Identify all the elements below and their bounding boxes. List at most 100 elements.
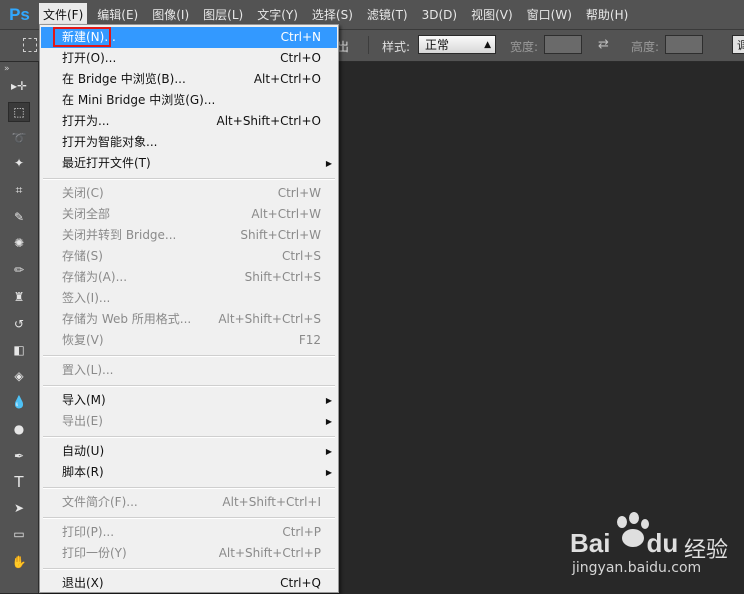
menu-item-label: 自动(U) [62, 444, 105, 458]
height-input[interactable] [665, 35, 703, 54]
menu-item-shortcut: Shift+Ctrl+W [240, 228, 321, 242]
menu-item-label: 退出(X) [62, 576, 104, 590]
menu-item-label: 打开(O)... [62, 51, 117, 65]
file-menu-item[interactable]: 导入(M) ▶ [41, 390, 337, 411]
swap-icon[interactable]: ⇄ [598, 37, 609, 52]
blur-icon[interactable]: 💧 [8, 392, 30, 412]
menu-10[interactable]: 帮助(H) [582, 3, 632, 27]
menu-item-label: 文件简介(F)... [62, 495, 138, 509]
menu-item-label: 存储为(A)... [62, 270, 128, 284]
menu-9[interactable]: 窗口(W) [523, 3, 576, 27]
hand-icon[interactable]: ✋ [8, 552, 30, 572]
width-label: 宽度: [510, 40, 539, 54]
paint-bucket-icon[interactable]: ◈ [8, 366, 30, 386]
submenu-arrow-icon: ▶ [325, 468, 332, 477]
clone-stamp-icon[interactable]: ♜ [8, 287, 30, 307]
style-label: 样式: [382, 40, 411, 54]
file-menu-item[interactable]: 打开(O)... Ctrl+O [41, 48, 337, 69]
rectangle-icon[interactable]: ▭ [8, 524, 30, 544]
pen-icon[interactable]: ✒ [8, 446, 30, 466]
file-menu-item: 存储为 Web 所用格式... Alt+Shift+Ctrl+S [41, 309, 337, 330]
refine-edge-button[interactable]: 调 [732, 35, 744, 54]
menu-separator [43, 517, 335, 519]
type-icon[interactable]: T [8, 472, 30, 492]
annotation-highlight-box [53, 27, 111, 47]
file-menu-item[interactable]: 脚本(R) ▶ [41, 462, 337, 483]
photoshop-logo: Ps [9, 4, 30, 24]
style-select-value: 正常 [425, 38, 450, 52]
eraser-icon[interactable]: ◧ [8, 340, 30, 360]
watermark-brand: Bai du [570, 528, 679, 558]
magic-wand-icon[interactable]: ✦ [8, 153, 30, 173]
menu-item-shortcut: Alt+Shift+Ctrl+P [218, 546, 321, 560]
menu-6[interactable]: 滤镜(T) [363, 3, 412, 27]
menu-0[interactable]: 文件(F) [39, 2, 88, 27]
menu-2[interactable]: 图像(I) [148, 3, 193, 27]
tools-panel: » ▸✛ ⬚ ➰ ✦ ⌗ ✎ ✺ ✏ ♜ ↺ ◧ ◈ 💧 ● ✒ T ➤ ▭ ✋ [0, 62, 39, 593]
submenu-arrow-icon: ▶ [325, 417, 332, 426]
menu-item-label: 打开为... [62, 114, 110, 128]
menu-item-shortcut: Alt+Shift+Ctrl+I [222, 495, 321, 509]
file-menu-item: 置入(L)... [41, 360, 337, 381]
menu-item-label: 打印(P)... [62, 525, 115, 539]
file-menu-item[interactable]: 退出(X) Ctrl+Q [41, 573, 337, 594]
watermark-url: jingyan.baidu.com [572, 560, 702, 576]
menu-item-label: 在 Bridge 中浏览(B)... [62, 72, 186, 86]
width-input[interactable] [544, 35, 582, 54]
menu-separator [43, 355, 335, 357]
file-menu-dropdown: 新建(N)... Ctrl+N 打开(O)... Ctrl+O 在 Bridge 中浏览… [39, 24, 339, 593]
brush-icon[interactable]: ✏ [8, 260, 30, 280]
submenu-arrow-icon: ▶ [325, 447, 332, 456]
menu-item-shortcut: Shift+Ctrl+S [244, 270, 321, 284]
menu-separator [43, 487, 335, 489]
file-menu-item[interactable]: 打开为智能对象... [41, 132, 337, 153]
file-menu-item[interactable]: 打开为... Alt+Shift+Ctrl+O [41, 111, 337, 132]
menu-item-label: 打开为智能对象... [62, 135, 158, 149]
file-menu-item: 存储(S) Ctrl+S [41, 246, 337, 267]
crop-icon[interactable]: ⌗ [8, 180, 30, 200]
file-menu-item: 导出(E) ▶ [41, 411, 337, 432]
menu-separator [43, 436, 335, 438]
collapse-icon[interactable]: » [4, 64, 10, 74]
menu-item-shortcut: Ctrl+Q [280, 576, 321, 590]
dodge-icon[interactable]: ● [8, 419, 30, 439]
menu-item-shortcut: Alt+Ctrl+W [251, 207, 321, 221]
file-menu-item[interactable]: 在 Bridge 中浏览(B)... Alt+Ctrl+O [41, 69, 337, 90]
menu-item-shortcut: Ctrl+O [280, 51, 321, 65]
file-menu-item[interactable]: 最近打开文件(T) ▶ [41, 153, 337, 174]
menu-5[interactable]: 选择(S) [308, 3, 357, 27]
menu-1[interactable]: 编辑(E) [93, 3, 142, 27]
move-icon[interactable]: ▸✛ [8, 76, 30, 96]
menu-8[interactable]: 视图(V) [467, 3, 517, 27]
rect-marquee-icon[interactable]: ⬚ [8, 102, 30, 122]
style-select[interactable]: 正常 ▲ [418, 35, 496, 54]
menu-item-shortcut: Ctrl+P [282, 525, 321, 539]
menu-item-shortcut: Alt+Shift+Ctrl+S [218, 312, 321, 326]
eyedropper-icon[interactable]: ✎ [8, 207, 30, 227]
history-brush-icon[interactable]: ↺ [8, 314, 30, 334]
file-menu-item[interactable]: 自动(U) ▶ [41, 441, 337, 462]
file-menu-item: 关闭并转到 Bridge... Shift+Ctrl+W [41, 225, 337, 246]
marquee-preset-icon[interactable] [23, 38, 37, 52]
menu-4[interactable]: 文字(Y) [253, 3, 302, 27]
file-menu-item: 打印一份(Y) Alt+Shift+Ctrl+P [41, 543, 337, 564]
menu-item-shortcut: Alt+Ctrl+O [253, 72, 321, 86]
file-menu-item: 存储为(A)... Shift+Ctrl+S [41, 267, 337, 288]
file-menu-item: 签入(I)... [41, 288, 337, 309]
path-select-icon[interactable]: ➤ [8, 498, 30, 518]
file-menu-item: 文件简介(F)... Alt+Shift+Ctrl+I [41, 492, 337, 513]
lasso-icon[interactable]: ➰ [8, 128, 30, 148]
menu-item-shortcut: Ctrl+N [280, 30, 321, 44]
menu-7[interactable]: 3D(D) [418, 3, 461, 27]
menu-item-label: 恢复(V) [62, 333, 104, 347]
menu-item-shortcut: F12 [298, 333, 321, 347]
menu-separator [43, 385, 335, 387]
menu-separator [43, 178, 335, 180]
file-menu-item[interactable]: 在 Mini Bridge 中浏览(G)... [41, 90, 337, 111]
submenu-arrow-icon: ▶ [325, 396, 332, 405]
menu-item-label: 打印一份(Y) [62, 546, 127, 560]
menu-3[interactable]: 图层(L) [199, 3, 247, 27]
healing-brush-icon[interactable]: ✺ [8, 233, 30, 253]
menu-item-label: 最近打开文件(T) [62, 156, 151, 170]
options-divider [368, 36, 369, 54]
